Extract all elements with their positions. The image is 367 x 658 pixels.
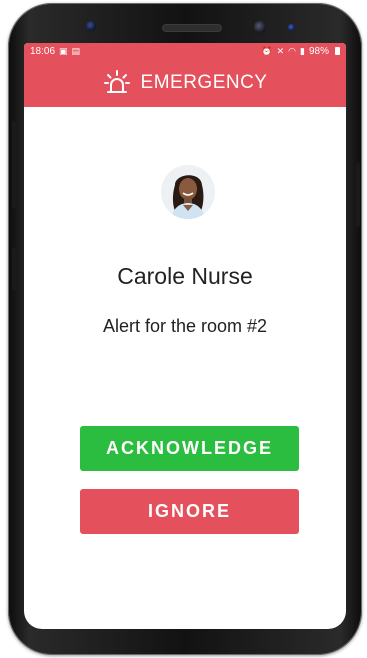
side-button [12, 247, 16, 291]
front-camera [86, 21, 96, 31]
phone-frame: 18:06 ▣ ▤ ⏰ ✕ ◠ ▮ 98% EMERGENCY Carole N… [8, 3, 362, 655]
siren-icon [103, 70, 130, 93]
status-right: ⏰ ✕ ◠ ▮ 98% [261, 46, 340, 57]
battery-icon [335, 47, 340, 55]
status-left: 18:06 ▣ ▤ [30, 46, 80, 57]
status-time: 18:06 [30, 45, 56, 57]
page-title: EMERGENCY [140, 72, 268, 93]
status-bar: 18:06 ▣ ▤ ⏰ ✕ ◠ ▮ 98% [24, 43, 346, 59]
avatar [161, 165, 215, 219]
proximity-sensor [288, 24, 295, 31]
app-bar: EMERGENCY [24, 59, 346, 107]
screen: 18:06 ▣ ▤ ⏰ ✕ ◠ ▮ 98% EMERGENCY Carole N… [24, 43, 346, 629]
wifi-icon: ◠ [288, 46, 297, 56]
alert-message: Alert for the room #2 [102, 316, 268, 336]
image-icon: ▣ [59, 46, 68, 56]
alarm-clock-icon: ⏰ [261, 46, 273, 56]
iris-sensor [254, 21, 266, 33]
mute-icon: ✕ [276, 46, 285, 56]
ignore-button[interactable]: IGNORE [80, 489, 299, 534]
volume-button [12, 121, 16, 209]
acknowledge-button[interactable]: ACKNOWLEDGE [80, 426, 299, 471]
earpiece [163, 25, 221, 31]
avatar-image [161, 165, 215, 219]
message-icon: ▤ [71, 46, 81, 56]
top-bezel [8, 3, 362, 45]
battery-percent: 98% [308, 45, 329, 57]
power-button [356, 163, 360, 227]
signal-icon: ▮ [300, 46, 305, 56]
caller-name: Carole Nurse [117, 263, 253, 289]
